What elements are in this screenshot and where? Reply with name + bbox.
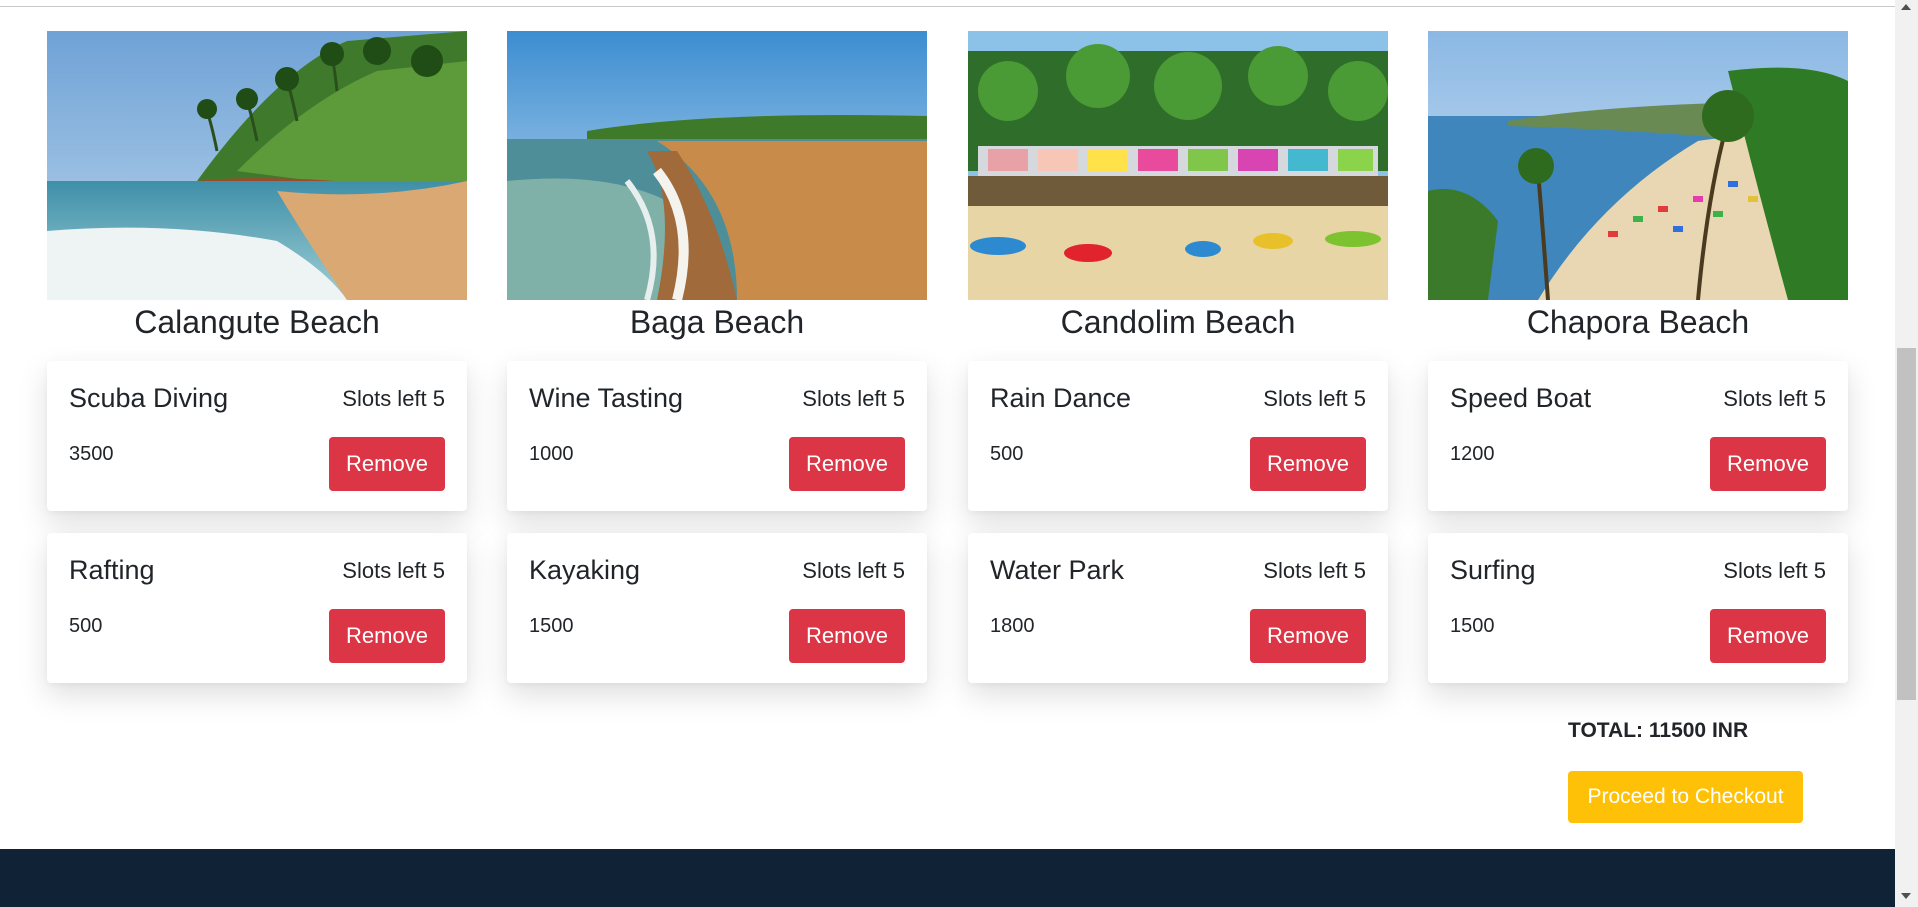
beach-name: Calangute Beach bbox=[134, 304, 380, 340]
activity-title: Surfing bbox=[1450, 555, 1536, 585]
slots-left: Slots left 5 bbox=[1263, 558, 1366, 583]
activity-title: Rain Dance bbox=[990, 383, 1132, 413]
activity-title: Rafting bbox=[69, 555, 155, 585]
activity-title: Scuba Diving bbox=[69, 383, 229, 413]
remove-button[interactable]: Remove bbox=[1710, 609, 1826, 663]
beach-name: Baga Beach bbox=[629, 304, 805, 340]
footer bbox=[0, 849, 1895, 907]
top-border bbox=[0, 0, 1895, 7]
beach-column-baga: Baga Beach bbox=[507, 31, 927, 342]
remove-button[interactable]: Remove bbox=[329, 437, 445, 491]
cart-total: TOTAL: 11500 INR bbox=[1568, 719, 1749, 742]
slots-left: Slots left 5 bbox=[1723, 558, 1826, 583]
activity-card: Speed Boat Slots left 5 1200 Remove bbox=[1428, 361, 1848, 511]
activity-title: Wine Tasting bbox=[529, 383, 684, 413]
beach-name: Candolim Beach bbox=[1060, 304, 1296, 340]
activity-card: Rafting Slots left 5 500 Remove bbox=[47, 533, 467, 683]
remove-button[interactable]: Remove bbox=[1250, 609, 1366, 663]
remove-button[interactable]: Remove bbox=[329, 609, 445, 663]
beach-image-calangute bbox=[47, 31, 467, 300]
slots-left: Slots left 5 bbox=[802, 558, 905, 583]
activity-card: Wine Tasting Slots left 5 1000 Remove bbox=[507, 361, 927, 511]
beach-column-calangute: Calangute Beach bbox=[47, 31, 467, 342]
remove-button[interactable]: Remove bbox=[1710, 437, 1826, 491]
activity-price: 1000 bbox=[529, 443, 574, 465]
slots-left: Slots left 5 bbox=[1263, 386, 1366, 411]
activity-card: Surfing Slots left 5 1500 Remove bbox=[1428, 533, 1848, 683]
activity-title: Water Park bbox=[990, 555, 1125, 585]
activity-card: Kayaking Slots left 5 1500 Remove bbox=[507, 533, 927, 683]
beach-name: Chapora Beach bbox=[1526, 304, 1750, 340]
beach-image-baga bbox=[507, 31, 927, 300]
activity-price: 1500 bbox=[529, 615, 574, 637]
checkout-button[interactable]: Proceed to Checkout bbox=[1568, 771, 1803, 823]
vertical-scrollbar[interactable] bbox=[1895, 0, 1918, 907]
remove-button[interactable]: Remove bbox=[1250, 437, 1366, 491]
remove-button[interactable]: Remove bbox=[789, 437, 905, 491]
beach-column-candolim: Candolim Beach bbox=[968, 31, 1388, 342]
page: Calangute Beach Baga Beach Candolim Beac… bbox=[0, 0, 1895, 907]
activity-price: 500 bbox=[69, 615, 103, 637]
activity-title: Kayaking bbox=[529, 555, 641, 585]
beach-image-candolim bbox=[968, 31, 1388, 300]
activity-card: Rain Dance Slots left 5 500 Remove bbox=[968, 361, 1388, 511]
activity-price: 3500 bbox=[69, 443, 114, 465]
scroll-down-arrow-icon[interactable] bbox=[1901, 893, 1911, 899]
activity-price: 1800 bbox=[990, 615, 1035, 637]
activity-price: 1500 bbox=[1450, 615, 1495, 637]
activity-card: Scuba Diving Slots left 5 3500 Remove bbox=[47, 361, 467, 511]
beach-column-chapora: Chapora Beach bbox=[1428, 31, 1848, 342]
slots-left: Slots left 5 bbox=[342, 386, 445, 411]
slots-left: Slots left 5 bbox=[1723, 386, 1826, 411]
slots-left: Slots left 5 bbox=[342, 558, 445, 583]
scroll-up-arrow-icon[interactable] bbox=[1901, 4, 1911, 10]
activity-title: Speed Boat bbox=[1450, 383, 1592, 413]
activity-price: 500 bbox=[990, 443, 1024, 465]
remove-button[interactable]: Remove bbox=[789, 609, 905, 663]
scrollbar-thumb[interactable] bbox=[1897, 348, 1916, 700]
activity-card: Water Park Slots left 5 1800 Remove bbox=[968, 533, 1388, 683]
slots-left: Slots left 5 bbox=[802, 386, 905, 411]
beach-image-chapora bbox=[1428, 31, 1848, 300]
activity-price: 1200 bbox=[1450, 443, 1495, 465]
